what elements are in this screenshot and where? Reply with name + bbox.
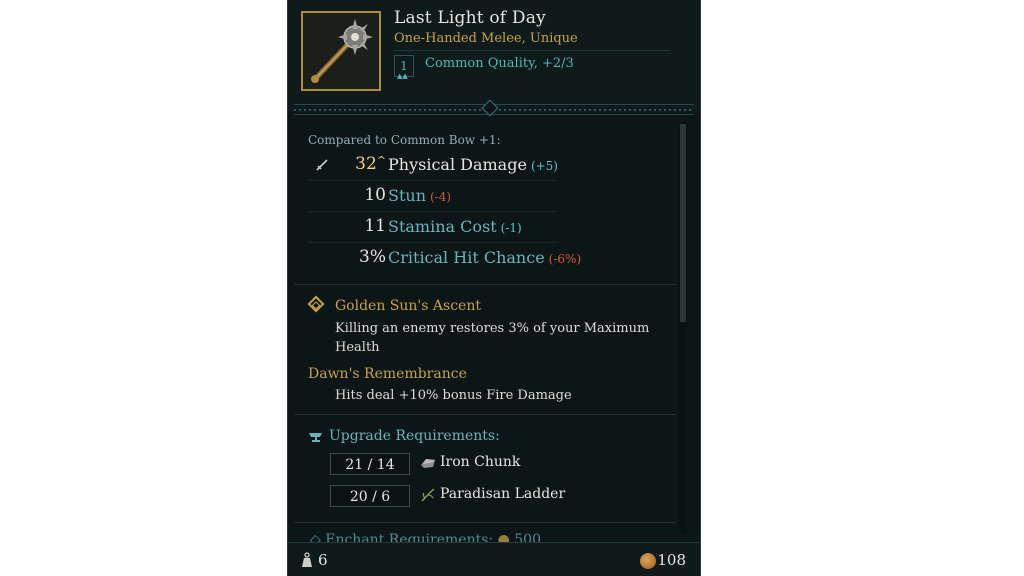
perk-description: Hits deal +10% bonus Fire Damage [335, 388, 572, 403]
stat-row-stamina-cost: 11 Stamina Cost (-1) [308, 214, 558, 243]
stat-value: 10 [364, 185, 386, 205]
requirement-amount: 21 / 14 [330, 453, 410, 475]
stat-name: Physical Damage (+5) [388, 155, 558, 174]
perk-diamond-icon [307, 295, 325, 313]
stat-delta: (-6%) [548, 252, 582, 266]
stat-name: Critical Hit Chance (-6%) [388, 248, 582, 267]
requirement-material: Paradisan Ladder [440, 486, 566, 502]
stat-value: 3% [359, 247, 386, 267]
perk-description: Killing an enemy restores 3% of your Max… [335, 321, 650, 355]
stat-delta: (-1) [500, 221, 522, 235]
section-divider [294, 414, 676, 415]
stat-delta: (-4) [430, 190, 452, 204]
compare-label: Compared to Common Bow +1: [308, 133, 501, 147]
section-divider [294, 284, 676, 285]
tooltip-footer: 6 108 [288, 542, 700, 576]
upgrade-caret-icon: ^ [376, 154, 386, 167]
item-type: One-Handed Melee, Unique [394, 31, 578, 46]
herb-icon [421, 488, 435, 502]
item-icon-frame [301, 11, 381, 91]
item-quality: Common Quality, +2/3 [425, 56, 574, 71]
iron-chunk-icon [421, 459, 435, 468]
stat-delta: (+5) [530, 159, 558, 173]
requirement-material: Iron Chunk [440, 454, 521, 470]
weight-value: 6 [318, 551, 328, 569]
ornamental-divider [288, 99, 700, 120]
stat-value: 11 [364, 216, 386, 236]
upgrade-requirements-title: Upgrade Requirements: [329, 428, 500, 444]
anvil-icon [309, 433, 322, 442]
stat-row-critical-hit-chance: 3% Critical Hit Chance (-6%) [308, 245, 581, 273]
section-divider [294, 522, 676, 523]
stat-name: Stamina Cost (-1) [388, 217, 522, 236]
requirement-amount: 20 / 6 [330, 485, 410, 507]
item-header: Last Light of Day One-Handed Melee, Uniq… [288, 0, 700, 112]
scrollbar-thumb[interactable] [680, 124, 686, 322]
mace-icon [311, 19, 373, 83]
perk-title: Golden Sun's Ascent [335, 298, 481, 314]
stat-value: 32^ [355, 154, 386, 174]
stat-name: Stun (-4) [388, 186, 452, 205]
item-tooltip-panel: Last Light of Day One-Handed Melee, Uniq… [287, 0, 701, 576]
perk-title: Dawn's Remembrance [308, 366, 467, 382]
header-divider [394, 50, 670, 51]
weight-icon [302, 552, 312, 567]
gold-value: 108 [657, 551, 686, 569]
sword-icon [316, 159, 328, 171]
gold-coin-icon [640, 553, 656, 569]
stat-row-physical-damage: 32^ Physical Damage (+5) [308, 152, 558, 181]
stat-row-stun: 10 Stun (-4) [308, 183, 558, 212]
item-name: Last Light of Day [394, 8, 546, 28]
tier-stars-icon: ▲▲ [397, 72, 408, 80]
